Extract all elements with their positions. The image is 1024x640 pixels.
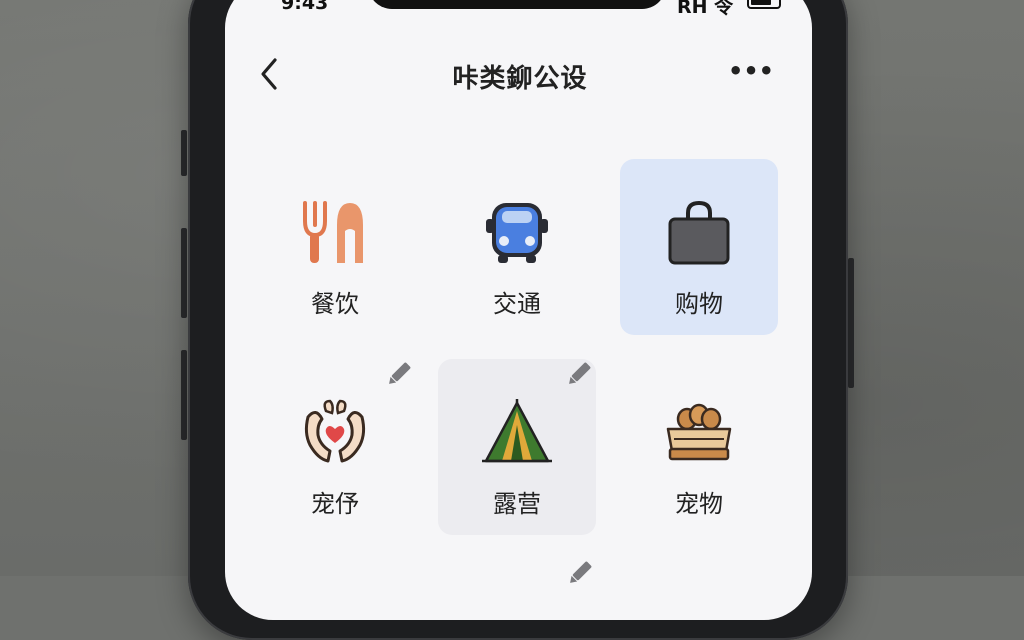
category-tile-dining[interactable]: 餐饮 (256, 159, 414, 335)
shopping-bag-icon (668, 200, 730, 265)
pet-basket-icon (666, 403, 732, 461)
nav-bar: 咔类鉚公设 ••• (225, 52, 812, 96)
pencil-icon[interactable] (565, 558, 595, 588)
signal-icon: RH 令 (677, 0, 734, 18)
phone-side-button (848, 258, 854, 388)
dynamic-island (368, 0, 666, 9)
category-tile-transport[interactable]: 交通 (438, 159, 596, 335)
pencil-icon[interactable] (564, 359, 594, 389)
chevron-left-icon (261, 58, 277, 90)
phone-side-button (181, 228, 187, 318)
category-tile-care[interactable]: 宠伃 (256, 359, 414, 535)
status-time: 9:43 (281, 0, 329, 14)
category-label: 宠伃 (311, 490, 359, 518)
phone-side-button (181, 350, 187, 440)
category-label: 购物 (675, 290, 723, 318)
category-label: 宠物 (675, 490, 723, 518)
caring-hands-icon (304, 399, 366, 463)
category-tile-shopping[interactable]: 购物 (620, 159, 778, 335)
category-label: 露营 (493, 490, 541, 518)
phone-screen: 9:43 RH 令 咔类鉚公设 ••• 餐饮 交通 购物 宠伃 露营 宠物 (225, 0, 812, 620)
tent-icon (482, 399, 552, 463)
category-label: 餐饮 (311, 290, 359, 318)
status-bar: 9:43 RH 令 (225, 0, 812, 18)
category-tile-camping[interactable]: 露营 (438, 359, 596, 535)
back-button[interactable] (253, 52, 289, 96)
more-options-button[interactable]: ••• (727, 59, 775, 88)
fork-spoon-icon (303, 201, 363, 263)
car-icon (486, 203, 548, 263)
page-title: 咔类鉚公设 (452, 64, 588, 94)
pencil-icon[interactable] (384, 359, 414, 389)
category-tile-pets[interactable]: 宠物 (620, 359, 778, 535)
battery-icon (747, 0, 781, 9)
phone-side-button (181, 130, 187, 176)
category-label: 交通 (493, 290, 541, 318)
